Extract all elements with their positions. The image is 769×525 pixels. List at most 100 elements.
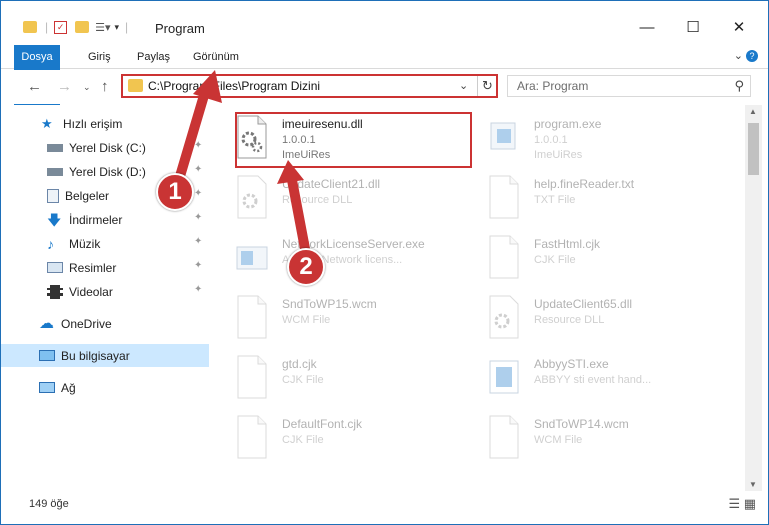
file-name: UpdateClient65.dll (534, 297, 633, 311)
view-toggle-icons[interactable]: ☰ ▦ (728, 496, 756, 512)
file-highlight-box (235, 112, 472, 168)
file-item-sndtowp14[interactable]: SndToWP14.wcm WCM File (477, 409, 722, 469)
navigation-pane: ★ Hızlı erişim Yerel Disk (C:) ✦ Yerel D… (1, 105, 211, 491)
sidebar-item-label: Hızlı erişim (63, 116, 123, 131)
sidebar-item-quick-access[interactable]: ★ Hızlı erişim (1, 112, 209, 135)
chevron-down-icon[interactable]: ⌄ (459, 79, 468, 92)
film-icon (47, 284, 63, 299)
explorer-window: | ✓ ☰▾ ▾ | Program — ☐ ✕ Dosya Giriş Pay… (0, 0, 769, 525)
blank-file-icon (237, 295, 267, 339)
sidebar-item-label: Yerel Disk (C:) (69, 140, 146, 155)
sidebar-item-pictures[interactable]: Resimler ✦ (1, 256, 209, 279)
properties-icon[interactable]: ✓ (54, 20, 68, 34)
file-item-help-finereader[interactable]: help.fineReader.txt TXT File (477, 169, 722, 229)
blank-file-icon (237, 415, 267, 459)
file-item-fasthtml[interactable]: FastHtml.cjk CJK File (477, 229, 722, 289)
file-item-abbyysti[interactable]: AbbyySTI.exe ABBYY sti event hand... (477, 349, 722, 409)
search-icon[interactable]: ⚲ (734, 78, 744, 94)
tab-giris[interactable]: Giriş (88, 45, 111, 69)
new-folder-icon[interactable] (75, 21, 90, 33)
sidebar-item-downloads[interactable]: 🡇 İndirmeler ✦ (1, 208, 209, 231)
tab-gorunum[interactable]: Görünüm (193, 45, 239, 69)
search-box[interactable]: Ara: Program ⚲ (507, 75, 751, 97)
sidebar-item-label: Yerel Disk (D:) (69, 164, 146, 179)
file-item-updateclient65[interactable]: UpdateClient65.dll Resource DLL (477, 289, 722, 349)
sidebar-item-label: İndirmeler (69, 212, 123, 227)
file-type: CJK File (282, 434, 324, 446)
up-arrow-icon[interactable]: ↑ (101, 78, 109, 95)
file-type: CJK File (534, 254, 576, 266)
file-name: program.exe (534, 117, 602, 131)
file-type: TXT File (534, 194, 576, 206)
expand-ribbon-icon[interactable]: ⌄ ? (734, 49, 758, 62)
dropdown-icon[interactable]: ▾ (115, 22, 120, 33)
sidebar-item-disk-c[interactable]: Yerel Disk (C:) ✦ (1, 136, 209, 159)
file-item-updateclient21[interactable]: UpdateClient21.dll Resource DLL (225, 169, 470, 229)
search-placeholder: Ara: Program (517, 79, 589, 93)
file-name: SndToWP14.wcm (534, 417, 629, 431)
file-version: 1.0.0.1 (534, 134, 568, 146)
navigation-bar: ← → ⌄ ↑ C:\Program Files\Program Dizini … (1, 70, 768, 104)
sidebar-item-label: Videolar (69, 284, 113, 299)
scrollbar-thumb[interactable] (748, 123, 759, 175)
pin-icon: ✦ (194, 140, 203, 151)
file-item-sndtowp15[interactable]: SndToWP15.wcm WCM File (225, 289, 470, 349)
customize-icon[interactable]: ☰▾ (95, 21, 110, 34)
file-item-networklicenseserver[interactable]: NetworkLicenseServer.exe ABBYY Network l… (225, 229, 470, 289)
computer-icon (39, 350, 55, 361)
file-item-program-exe[interactable]: program.exe 1.0.0.1 ImeUiRes (477, 109, 722, 169)
file-type: CJK File (282, 374, 324, 386)
sidebar-item-label: Müzik (69, 236, 101, 251)
quick-access-toolbar: | ✓ ☰▾ ▾ | (23, 17, 128, 37)
file-name: DefaultFont.cjk (282, 417, 363, 431)
cloud-icon: ☁ (39, 314, 54, 332)
sidebar-item-onedrive[interactable]: ☁ OneDrive (1, 312, 209, 335)
title-bar: | ✓ ☰▾ ▾ | Program — ☐ ✕ (1, 1, 768, 45)
scroll-up-icon[interactable]: ▲ (749, 107, 757, 116)
pin-icon: ✦ (194, 284, 203, 295)
scroll-down-icon[interactable]: ▼ (749, 480, 757, 489)
file-type: WCM File (282, 314, 331, 326)
recent-locations-icon[interactable]: ⌄ (83, 82, 91, 93)
window-title: Program (155, 21, 205, 36)
sidebar-item-label: Belgeler (65, 188, 110, 203)
vertical-scrollbar[interactable]: ▲ ▼ (745, 105, 762, 491)
address-path[interactable]: C:\Program Files\Program Dizini (148, 79, 320, 93)
file-item-defaultfont[interactable]: DefaultFont.cjk CJK File (225, 409, 470, 469)
star-icon: ★ (41, 115, 53, 131)
address-bar[interactable]: C:\Program Files\Program Dizini ⌄ ↻ (121, 74, 498, 98)
drive-icon (47, 167, 63, 176)
pin-icon: ✦ (194, 212, 203, 223)
pin-icon: ✦ (194, 236, 203, 247)
sidebar-item-videos[interactable]: Videolar ✦ (1, 280, 209, 303)
file-name: SndToWP15.wcm (282, 297, 377, 311)
file-name: gtd.cjk (282, 357, 317, 371)
exe-icon (490, 122, 516, 150)
file-item-gtd[interactable]: gtd.cjk CJK File (225, 349, 470, 409)
close-button[interactable]: ✕ (716, 14, 762, 40)
forward-arrow-icon[interactable]: → (57, 78, 72, 95)
file-type: Resource DLL (282, 194, 353, 206)
maximize-button[interactable]: ☐ (670, 14, 716, 40)
download-arrow-icon: 🡇 (47, 211, 62, 228)
file-type: WCM File (534, 434, 583, 446)
sidebar-item-this-pc[interactable]: Bu bilgisayar (1, 344, 209, 367)
tab-paylas[interactable]: Paylaş (137, 45, 170, 69)
exe-icon (489, 360, 519, 394)
exe-icon (236, 246, 268, 270)
pin-icon: ✦ (194, 260, 203, 271)
text-file-icon (489, 175, 519, 219)
back-arrow-icon[interactable]: ← (27, 78, 42, 95)
sidebar-item-network[interactable]: Ağ (1, 376, 209, 399)
pin-icon: ✦ (194, 188, 203, 199)
refresh-icon[interactable]: ↻ (477, 76, 497, 96)
minimize-button[interactable]: — (624, 14, 670, 40)
status-bar: 149 öğe ☰ ▦ (1, 492, 768, 524)
drive-icon (47, 143, 63, 152)
file-name: AbbyySTI.exe (534, 357, 609, 371)
file-type: Resource DLL (534, 314, 605, 326)
file-name: help.fineReader.txt (534, 177, 635, 191)
sidebar-item-music[interactable]: ♪ Müzik ✦ (1, 232, 209, 255)
blank-file-icon (489, 235, 519, 279)
pictures-icon (47, 262, 63, 273)
